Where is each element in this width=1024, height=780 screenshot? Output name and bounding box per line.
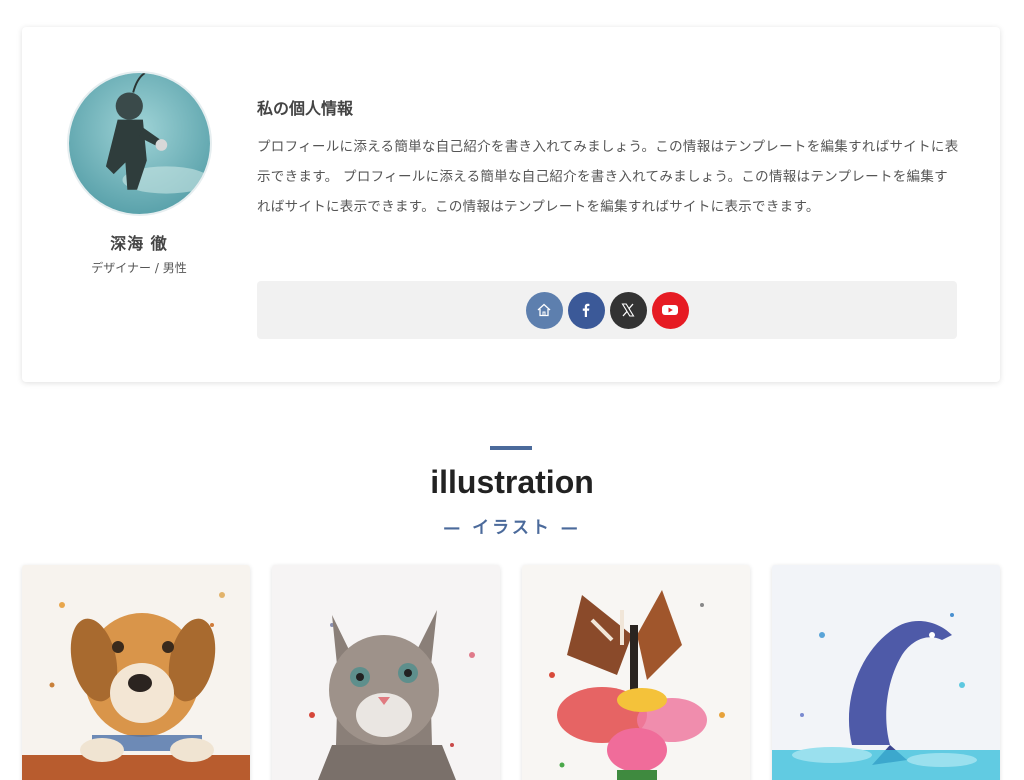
home-link-button[interactable] [525,291,563,329]
section-accent-rule [490,446,532,450]
author-role: デザイナー / 男性 [91,261,187,275]
dog-illustration [22,565,250,780]
x-icon [621,303,635,317]
gallery-item-dog[interactable] [22,565,250,780]
gallery-item-butterfly[interactable] [522,565,750,780]
facebook-link-button[interactable] [567,291,605,329]
profile-description: プロフィールに添える簡単な自己紹介を書き入れてみましょう。この情報はテンプレート… [257,139,959,215]
author-name: 深海 徹 [110,234,168,253]
gallery-item-dolphin[interactable] [772,565,1000,780]
diver-avatar-image [69,73,210,214]
section-subtitle: — イラスト — [443,518,581,538]
section-title: illustration [430,464,594,500]
social-links-bar [257,281,957,339]
avatar [67,71,212,216]
gallery-item-cat[interactable] [272,565,500,780]
facebook-icon [582,303,590,317]
youtube-link-button[interactable] [651,291,689,329]
cat-illustration [272,565,500,780]
x-link-button[interactable] [609,291,647,329]
butterfly-illustration [522,565,750,780]
profile-heading: 私の個人情報 [257,99,354,118]
profile-card: 深海 徹 デザイナー / 男性 私の個人情報 プロフィールに添える簡単な自己紹介… [22,27,1000,382]
dolphin-illustration [772,565,1000,780]
illustration-gallery [22,565,1000,780]
home-icon [537,303,551,317]
youtube-icon [662,305,678,315]
